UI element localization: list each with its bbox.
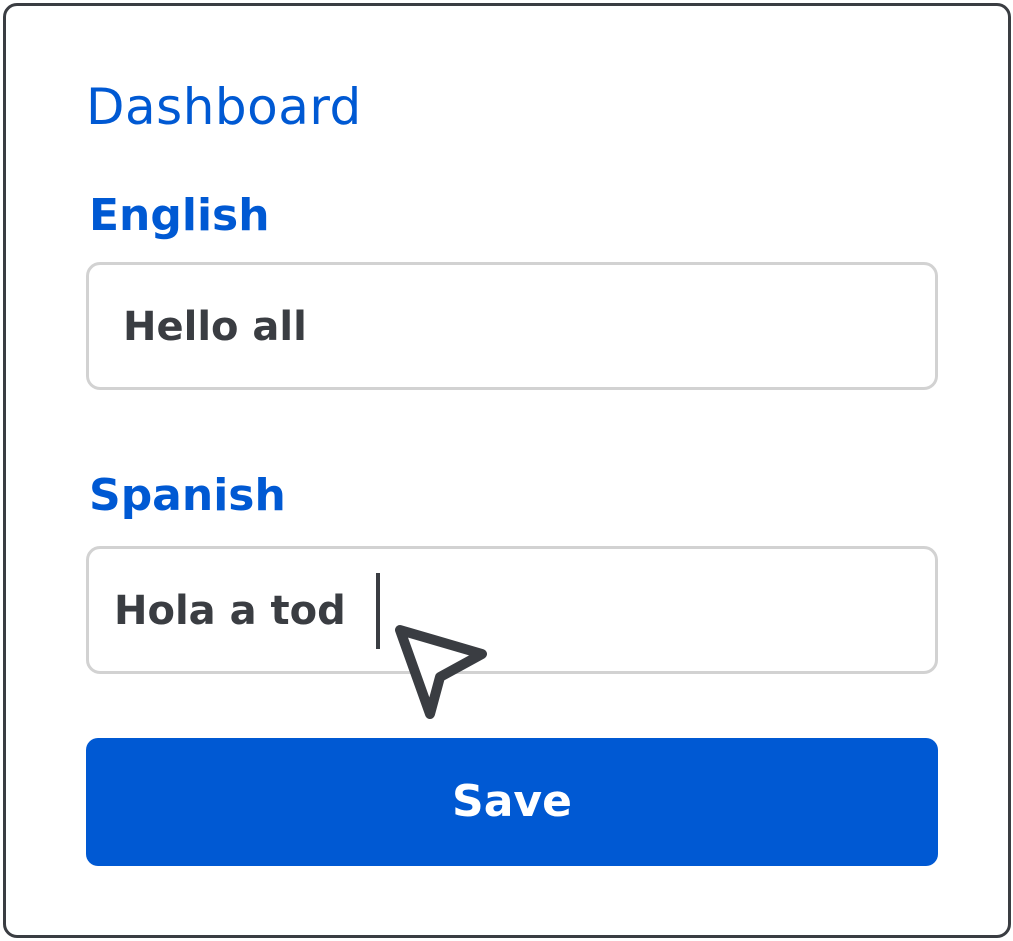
save-button[interactable]: Save [86,738,938,866]
dashboard-card: Dashboard English Hello all Spanish Hola… [3,3,1011,938]
english-field-value: Hello all [123,304,307,350]
page-title: Dashboard [86,78,362,136]
text-caret [376,573,380,649]
english-label: English [89,190,270,241]
spanish-field-value: Hola a tod [114,588,346,634]
mouse-pointer-icon [395,625,487,719]
spanish-label: Spanish [89,470,286,521]
save-button-label: Save [452,776,572,827]
spanish-field[interactable]: Hola a tod [86,546,938,674]
english-field[interactable]: Hello all [86,262,938,390]
